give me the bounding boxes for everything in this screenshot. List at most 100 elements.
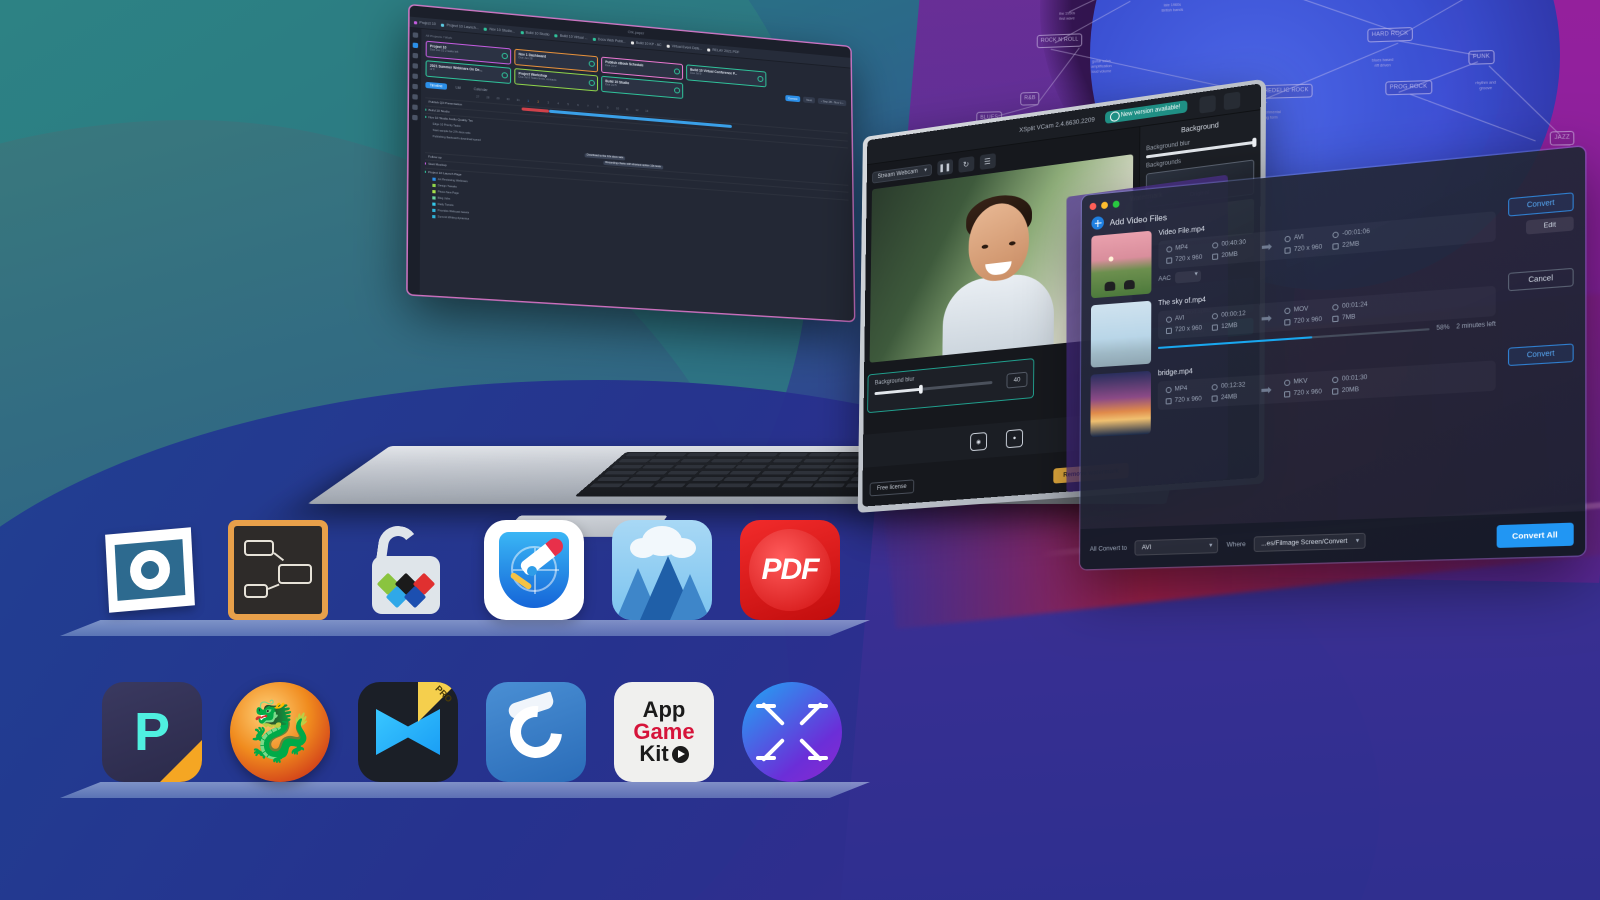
rocket-shield-icon[interactable] [484, 520, 584, 620]
pm-tab[interactable]: Nov 10 Studio... [484, 27, 515, 34]
plus-icon[interactable] [1091, 215, 1104, 231]
pm-tab[interactable]: Build 10 Studio [520, 30, 549, 37]
mountain-cloud-icon[interactable] [612, 520, 712, 620]
keyboard-key [620, 483, 655, 488]
target-detail-col: -00:01:06 22MB [1332, 228, 1371, 250]
pm-rail-search-icon[interactable] [412, 32, 419, 38]
source-detail-col: 00:00:12 12MB [1212, 310, 1249, 331]
photo-frame-icon[interactable] [100, 520, 200, 620]
meta-icon [1166, 315, 1172, 323]
pm-rail-inbox-icon[interactable] [412, 52, 419, 59]
pm-rail-home-icon[interactable] [412, 42, 419, 49]
sun-shape [1108, 256, 1114, 262]
pm-view-tab[interactable]: Timeline [425, 81, 447, 90]
item-actions[interactable]: Cancel [1504, 267, 1574, 292]
p-letter-icon[interactable]: P [102, 682, 202, 782]
pm-project-card[interactable]: Build 10 Studio Due Jul 5 [601, 75, 684, 99]
meta-value: MP4 [1175, 243, 1188, 252]
settings-icon[interactable]: ☰ [979, 153, 996, 171]
pm-tab[interactable]: Build 10 Virtual ... [554, 33, 588, 40]
pm-card-progress-ring [756, 75, 763, 83]
audio-codec-select[interactable] [1174, 270, 1201, 284]
slider-knob[interactable] [918, 384, 923, 394]
edit-button[interactable]: Edit [1526, 216, 1574, 235]
dock-row-bottom[interactable]: P 🐉 PRO App Game Kit [102, 682, 842, 782]
meta-icon [1332, 242, 1340, 250]
pm-tab[interactable]: Virtual Event Defe... [666, 44, 702, 51]
video-pro-icon[interactable]: PRO [358, 682, 458, 782]
background-blur-value[interactable]: 40 [1006, 371, 1028, 389]
target-duration: 00:01:24 [1332, 300, 1371, 311]
webcam-app-title: XSplit VCam 2.4.6630.2209 [1019, 116, 1095, 135]
pm-tab[interactable]: Docs Web Publi... [592, 37, 626, 44]
pm-view-tab[interactable]: List [451, 84, 465, 91]
new-version-badge[interactable]: New version available! [1104, 100, 1188, 124]
pm-tab[interactable]: Project 10 Launch... [441, 23, 479, 30]
pm-rail-tag-icon[interactable] [412, 83, 418, 90]
pm-rail-clock-icon[interactable] [412, 94, 418, 100]
pm-project-card[interactable]: Build 10 Virtual Conference P... Due Jul … [686, 64, 767, 88]
play-icon [671, 745, 689, 763]
file-thumbnail[interactable] [1090, 370, 1152, 438]
pm-tab[interactable]: Project 10 [413, 20, 436, 26]
pm-tab[interactable]: RELAY 2021.PDF [707, 47, 739, 54]
video-converter-window[interactable]: Add Video Files Video File.mp4 MP4 720 x 9… [1080, 146, 1586, 570]
blackboard-diagram-icon[interactable] [228, 520, 328, 620]
keyboard-key [771, 458, 804, 463]
pm-card-progress-ring [501, 71, 508, 79]
layers-icon[interactable] [1199, 95, 1216, 114]
pm-project-card[interactable]: 2021 Summer Webinars On De... of 3 [425, 60, 512, 85]
background-blur-panel[interactable]: Background blur 40 [867, 358, 1035, 414]
where-select[interactable]: ...es/Filmage Screen/Convert [1253, 532, 1366, 552]
pm-tab-label: Build 10 Studio [525, 30, 550, 37]
free-license-button[interactable]: Free license [869, 479, 914, 497]
maximize-icon[interactable] [1112, 199, 1120, 208]
refresh-icon[interactable]: ↻ [958, 156, 974, 173]
meta-icon [1284, 378, 1291, 386]
sidebar-slider-knob[interactable] [1252, 137, 1257, 148]
minimize-icon[interactable] [1101, 200, 1108, 209]
cancel-button[interactable]: Cancel [1508, 267, 1574, 292]
help-icon[interactable] [1223, 91, 1241, 111]
close-icon[interactable] [1089, 202, 1097, 210]
blackboard-surface [234, 526, 322, 614]
pm-rail-people-icon[interactable] [412, 73, 418, 80]
keyboard-key [709, 458, 743, 463]
pm-view-tab[interactable]: Calendar [469, 86, 491, 94]
camera-icon[interactable]: ◉ [970, 431, 988, 452]
device-select[interactable]: Stream Webcam [872, 163, 932, 184]
convert-button[interactable]: Convert [1507, 343, 1574, 367]
file-thumbnail[interactable] [1091, 230, 1152, 299]
pm-rail-chart-icon[interactable] [412, 63, 418, 69]
source-format-col: MP4 720 x 960 [1165, 384, 1202, 405]
pm-card-progress-ring [673, 68, 680, 75]
dock-row-top[interactable]: PDF [100, 520, 840, 620]
keyboard-key [746, 452, 779, 457]
meta-value: 00:40:30 [1221, 238, 1246, 248]
dock-shelf-top [60, 620, 870, 636]
dragon-fire-icon[interactable]: 🐉 [230, 682, 330, 782]
pdf-icon[interactable]: PDF [740, 520, 840, 620]
all-convert-to-select[interactable]: AVI [1134, 537, 1219, 556]
keyboard-key [728, 470, 762, 476]
expand-arrows-icon[interactable] [742, 682, 842, 782]
item-actions[interactable]: Convert Edit [1504, 192, 1574, 236]
source-detail-col: 00:40:30 20MB [1212, 238, 1249, 260]
pause-icon[interactable]: ❚❚ [936, 159, 953, 176]
keyboard-key [610, 464, 644, 469]
unlock-color-icon[interactable] [356, 520, 456, 620]
agk-line-kit-row: Kit [639, 743, 689, 765]
pm-project-card[interactable]: Project Workshop Due Jul 8 Tasks limits, … [514, 68, 599, 92]
meta-icon [1212, 312, 1219, 320]
record-icon[interactable]: ● [1005, 428, 1024, 449]
source-size: 20MB [1212, 250, 1248, 260]
meta-value: 720 x 960 [1174, 395, 1202, 404]
keyboard-key [786, 477, 819, 482]
pm-tab[interactable]: Build 10 KP - AC [630, 40, 662, 47]
convert-all-button[interactable]: Convert All [1496, 522, 1574, 548]
swirl-circle-icon[interactable] [486, 682, 586, 782]
file-thumbnail[interactable] [1090, 300, 1152, 368]
item-actions[interactable]: Convert [1503, 343, 1574, 367]
meta-icon [1332, 230, 1340, 238]
app-game-kit-icon[interactable]: App Game Kit [614, 682, 714, 782]
